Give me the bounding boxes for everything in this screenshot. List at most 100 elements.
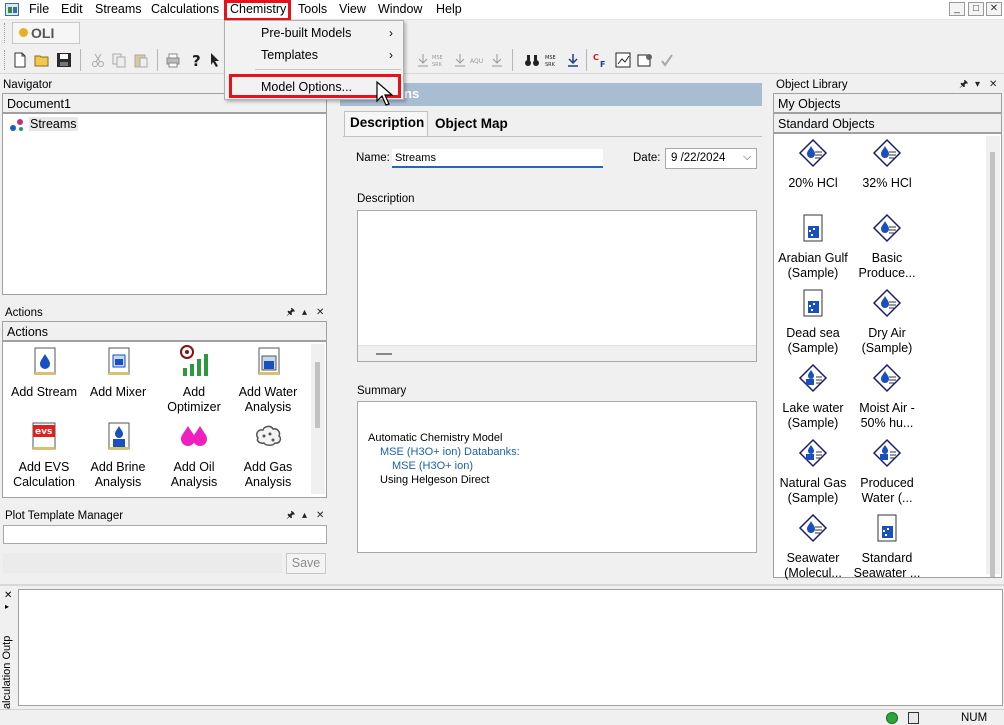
add-optimizer-action[interactable]: Add Optimizer <box>156 345 232 415</box>
mse-text-icon[interactable]: MSESRK <box>432 52 448 68</box>
my-objects-header[interactable]: My Objects <box>773 93 1002 113</box>
date-input[interactable]: 9 /22/2024 ⌵ <box>665 148 757 169</box>
status-bar: NUM <box>0 709 1004 725</box>
menu-streams[interactable]: Streams <box>95 2 142 16</box>
close-panel-icon[interactable]: ✕ <box>4 590 12 601</box>
object-label: 32% HCl <box>862 176 912 190</box>
menu-file[interactable]: File <box>29 2 49 16</box>
add-gas-analysis-action[interactable]: Add Gas Analysis <box>230 420 306 490</box>
menu-tools[interactable]: Tools <box>298 2 327 16</box>
object-item[interactable]: Moist Air - 50% hu... <box>849 362 925 431</box>
action-label-2: Analysis <box>170 475 218 489</box>
object-library-header: Object Library 🖈 ▾ ✕ <box>773 77 1003 93</box>
object-library-scrollbar[interactable] <box>986 136 1000 577</box>
plot-template-title: Plot Template Manager <box>5 510 124 522</box>
download-arrow-icon[interactable] <box>565 52 581 68</box>
chart-window-icon[interactable] <box>615 52 631 68</box>
object-item[interactable]: 32% HCl <box>849 137 925 191</box>
pin-icon[interactable]: 🖈 <box>286 508 295 524</box>
action-label-2: Analysis <box>94 475 142 489</box>
object-item[interactable]: Dead sea (Sample) <box>775 287 851 356</box>
num-lock-indicator: NUM <box>961 712 988 724</box>
mse-srk-icon[interactable]: MSESRK <box>545 52 561 68</box>
pin-icon[interactable]: 🖈 <box>286 305 295 321</box>
minimize-icon[interactable]: _ <box>949 2 965 16</box>
menu-divider <box>255 69 401 70</box>
action-label-2: Calculation <box>13 475 75 489</box>
object-library-title: Object Library <box>776 79 848 91</box>
object-item[interactable]: Dry Air (Sample) <box>849 287 925 356</box>
add-evs-calculation-action[interactable]: evs Add EVS Calculation <box>6 420 82 490</box>
close-panel-icon[interactable]: ✕ <box>989 77 997 93</box>
cf-unit-icon[interactable]: CF <box>593 52 609 68</box>
splitter[interactable] <box>0 584 1004 586</box>
help-question-icon[interactable]: ? <box>188 52 204 68</box>
date-dropdown-chevron-icon[interactable]: ⌵ <box>743 151 751 164</box>
object-item[interactable]: Basic Produce... <box>849 212 925 281</box>
svg-text:evs: evs <box>35 427 52 437</box>
menu-edit[interactable]: Edit <box>61 2 83 16</box>
paste-icon[interactable] <box>133 52 149 68</box>
object-item[interactable]: Arabian Gulf (Sample) <box>775 212 851 281</box>
aqu-text-icon[interactable]: AQU <box>470 52 486 68</box>
close-icon[interactable]: ✕ <box>986 2 1002 16</box>
download-arrow-icon[interactable] <box>415 52 431 68</box>
restore-icon[interactable]: □ <box>968 2 984 16</box>
download-arrow-icon[interactable] <box>452 52 468 68</box>
standard-objects-header[interactable]: Standard Objects <box>773 113 1002 133</box>
actions-scrollbar[interactable] <box>311 344 325 494</box>
add-stream-action[interactable]: Add Stream <box>6 345 82 400</box>
svg-text:F: F <box>600 60 605 68</box>
pointer-help-icon[interactable] <box>208 52 224 68</box>
description-textarea[interactable] <box>357 210 757 362</box>
tab-object-map[interactable]: Object Map <box>430 113 514 135</box>
summary-line-1: Automatic Chemistry Model <box>368 432 503 444</box>
menu-item-pre-built-models[interactable]: Pre-built Models › <box>225 22 403 44</box>
calc-output-side-tab[interactable]: ✕ ▸ Calculation Outp <box>0 588 16 717</box>
tree-item-streams[interactable]: Streams <box>29 117 78 131</box>
toolbar-grip-icon <box>4 50 7 70</box>
open-folder-icon[interactable] <box>34 52 50 68</box>
add-mixer-action[interactable]: Add Mixer <box>80 345 156 400</box>
svg-text:MSE: MSE <box>432 55 443 61</box>
pin-icon[interactable]: 🖈 <box>959 77 968 93</box>
menu-help[interactable]: Help <box>436 2 462 16</box>
close-panel-icon[interactable]: ✕ <box>316 305 324 321</box>
chevron-up-icon[interactable]: ▴ <box>302 508 307 524</box>
close-panel-icon[interactable]: ✕ <box>316 508 324 524</box>
menu-calculations[interactable]: Calculations <box>151 2 219 16</box>
chevron-down-icon[interactable]: ▾ <box>975 77 980 93</box>
date-input-value: 9 /22/2024 <box>671 152 726 164</box>
copy-icon[interactable] <box>111 52 127 68</box>
binoculars-icon[interactable] <box>524 52 540 68</box>
name-input[interactable]: Streams <box>392 149 603 168</box>
add-brine-analysis-action[interactable]: Add Brine Analysis <box>80 420 156 490</box>
menu-window[interactable]: Window <box>378 2 422 16</box>
tab-divider <box>343 136 762 137</box>
chevron-up-icon[interactable]: ▴ <box>302 305 307 321</box>
object-item[interactable]: 20% HCl <box>775 137 851 191</box>
object-item[interactable]: Lake water (Sample) <box>775 362 851 431</box>
object-item[interactable]: Standard Seawater ... <box>849 512 925 581</box>
cut-icon[interactable] <box>90 52 106 68</box>
new-document-icon[interactable] <box>12 52 28 68</box>
save-button[interactable]: Save <box>286 553 326 574</box>
save-disk-icon[interactable] <box>56 52 72 68</box>
object-item[interactable]: Natural Gas (Sample) <box>775 437 851 506</box>
print-icon[interactable] <box>165 52 181 68</box>
add-oil-analysis-action[interactable]: Add Oil Analysis <box>156 420 232 490</box>
settings-window-icon[interactable] <box>637 52 653 68</box>
add-water-analysis-action[interactable]: Add Water Analysis <box>230 345 306 415</box>
menu-item-templates[interactable]: Templates › <box>225 44 403 66</box>
check-edit-icon[interactable] <box>660 52 676 68</box>
object-item[interactable]: Seawater (Molecul... <box>775 512 851 581</box>
action-label-2: Optimizer <box>167 400 221 414</box>
app-icon <box>5 3 19 16</box>
object-label-2: (Sample) <box>787 491 839 505</box>
download-arrow-icon[interactable] <box>489 52 505 68</box>
object-item[interactable]: Produced Water (... <box>849 437 925 506</box>
menu-view[interactable]: View <box>339 2 366 16</box>
plot-template-select[interactable] <box>3 525 327 544</box>
oli-logo: OLI <box>12 22 80 44</box>
tab-description[interactable]: Description <box>344 111 428 136</box>
